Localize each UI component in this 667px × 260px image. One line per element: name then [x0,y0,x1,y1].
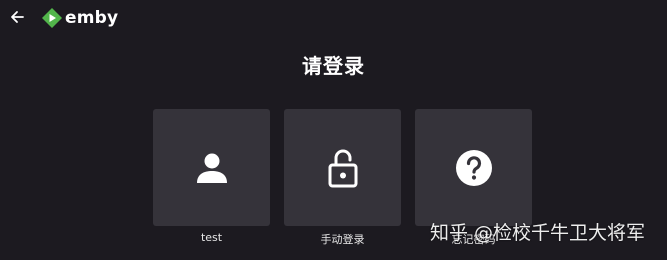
forgot-password-tile[interactable] [415,109,532,226]
user-icon [196,153,227,183]
back-button[interactable] [6,6,28,28]
watermark: 知乎 @检校千牛卫大将军 [430,222,646,244]
help-circle-icon [455,149,492,186]
emby-logo-icon [42,8,62,28]
top-bar: emby [0,0,667,36]
page-title: 请登录 [302,54,365,78]
emby-logo[interactable]: emby [42,7,118,29]
unlocked-padlock-icon [328,149,357,187]
arrow-left-icon [11,11,24,23]
logo-text: emby [65,8,119,28]
tile-label-test: test [200,231,223,244]
tile-label-manual-login: 手动登录 [320,233,365,246]
user-tile-test[interactable] [153,109,270,226]
manual-login-tile[interactable] [284,109,401,226]
